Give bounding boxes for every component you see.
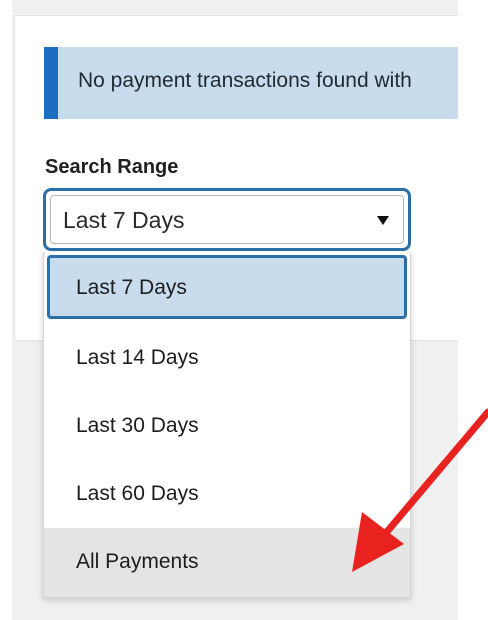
alert-message: No payment transactions found with bbox=[78, 69, 412, 92]
search-range-select[interactable]: Last 7 Days bbox=[43, 188, 411, 251]
option-last-14-days[interactable]: Last 14 Days bbox=[44, 324, 410, 390]
caret-down-icon bbox=[377, 216, 389, 225]
search-range-dropdown: Last 7 Days Last 14 Days Last 30 Days La… bbox=[43, 252, 411, 598]
option-label: Last 60 Days bbox=[76, 482, 199, 505]
right-edge-strip bbox=[458, 0, 488, 620]
option-label: Last 30 Days bbox=[76, 414, 199, 437]
option-label: Last 14 Days bbox=[76, 346, 199, 369]
select-current-value: Last 7 Days bbox=[63, 207, 185, 233]
option-label: Last 7 Days bbox=[76, 276, 187, 299]
option-last-7-days[interactable]: Last 7 Days bbox=[47, 255, 407, 319]
option-last-60-days[interactable]: Last 60 Days bbox=[44, 460, 410, 526]
info-alert: No payment transactions found with bbox=[44, 47, 458, 119]
search-range-label: Search Range bbox=[45, 156, 179, 178]
option-last-30-days[interactable]: Last 30 Days bbox=[44, 392, 410, 458]
option-all-payments[interactable]: All Payments bbox=[44, 528, 410, 597]
option-label: All Payments bbox=[76, 550, 199, 573]
